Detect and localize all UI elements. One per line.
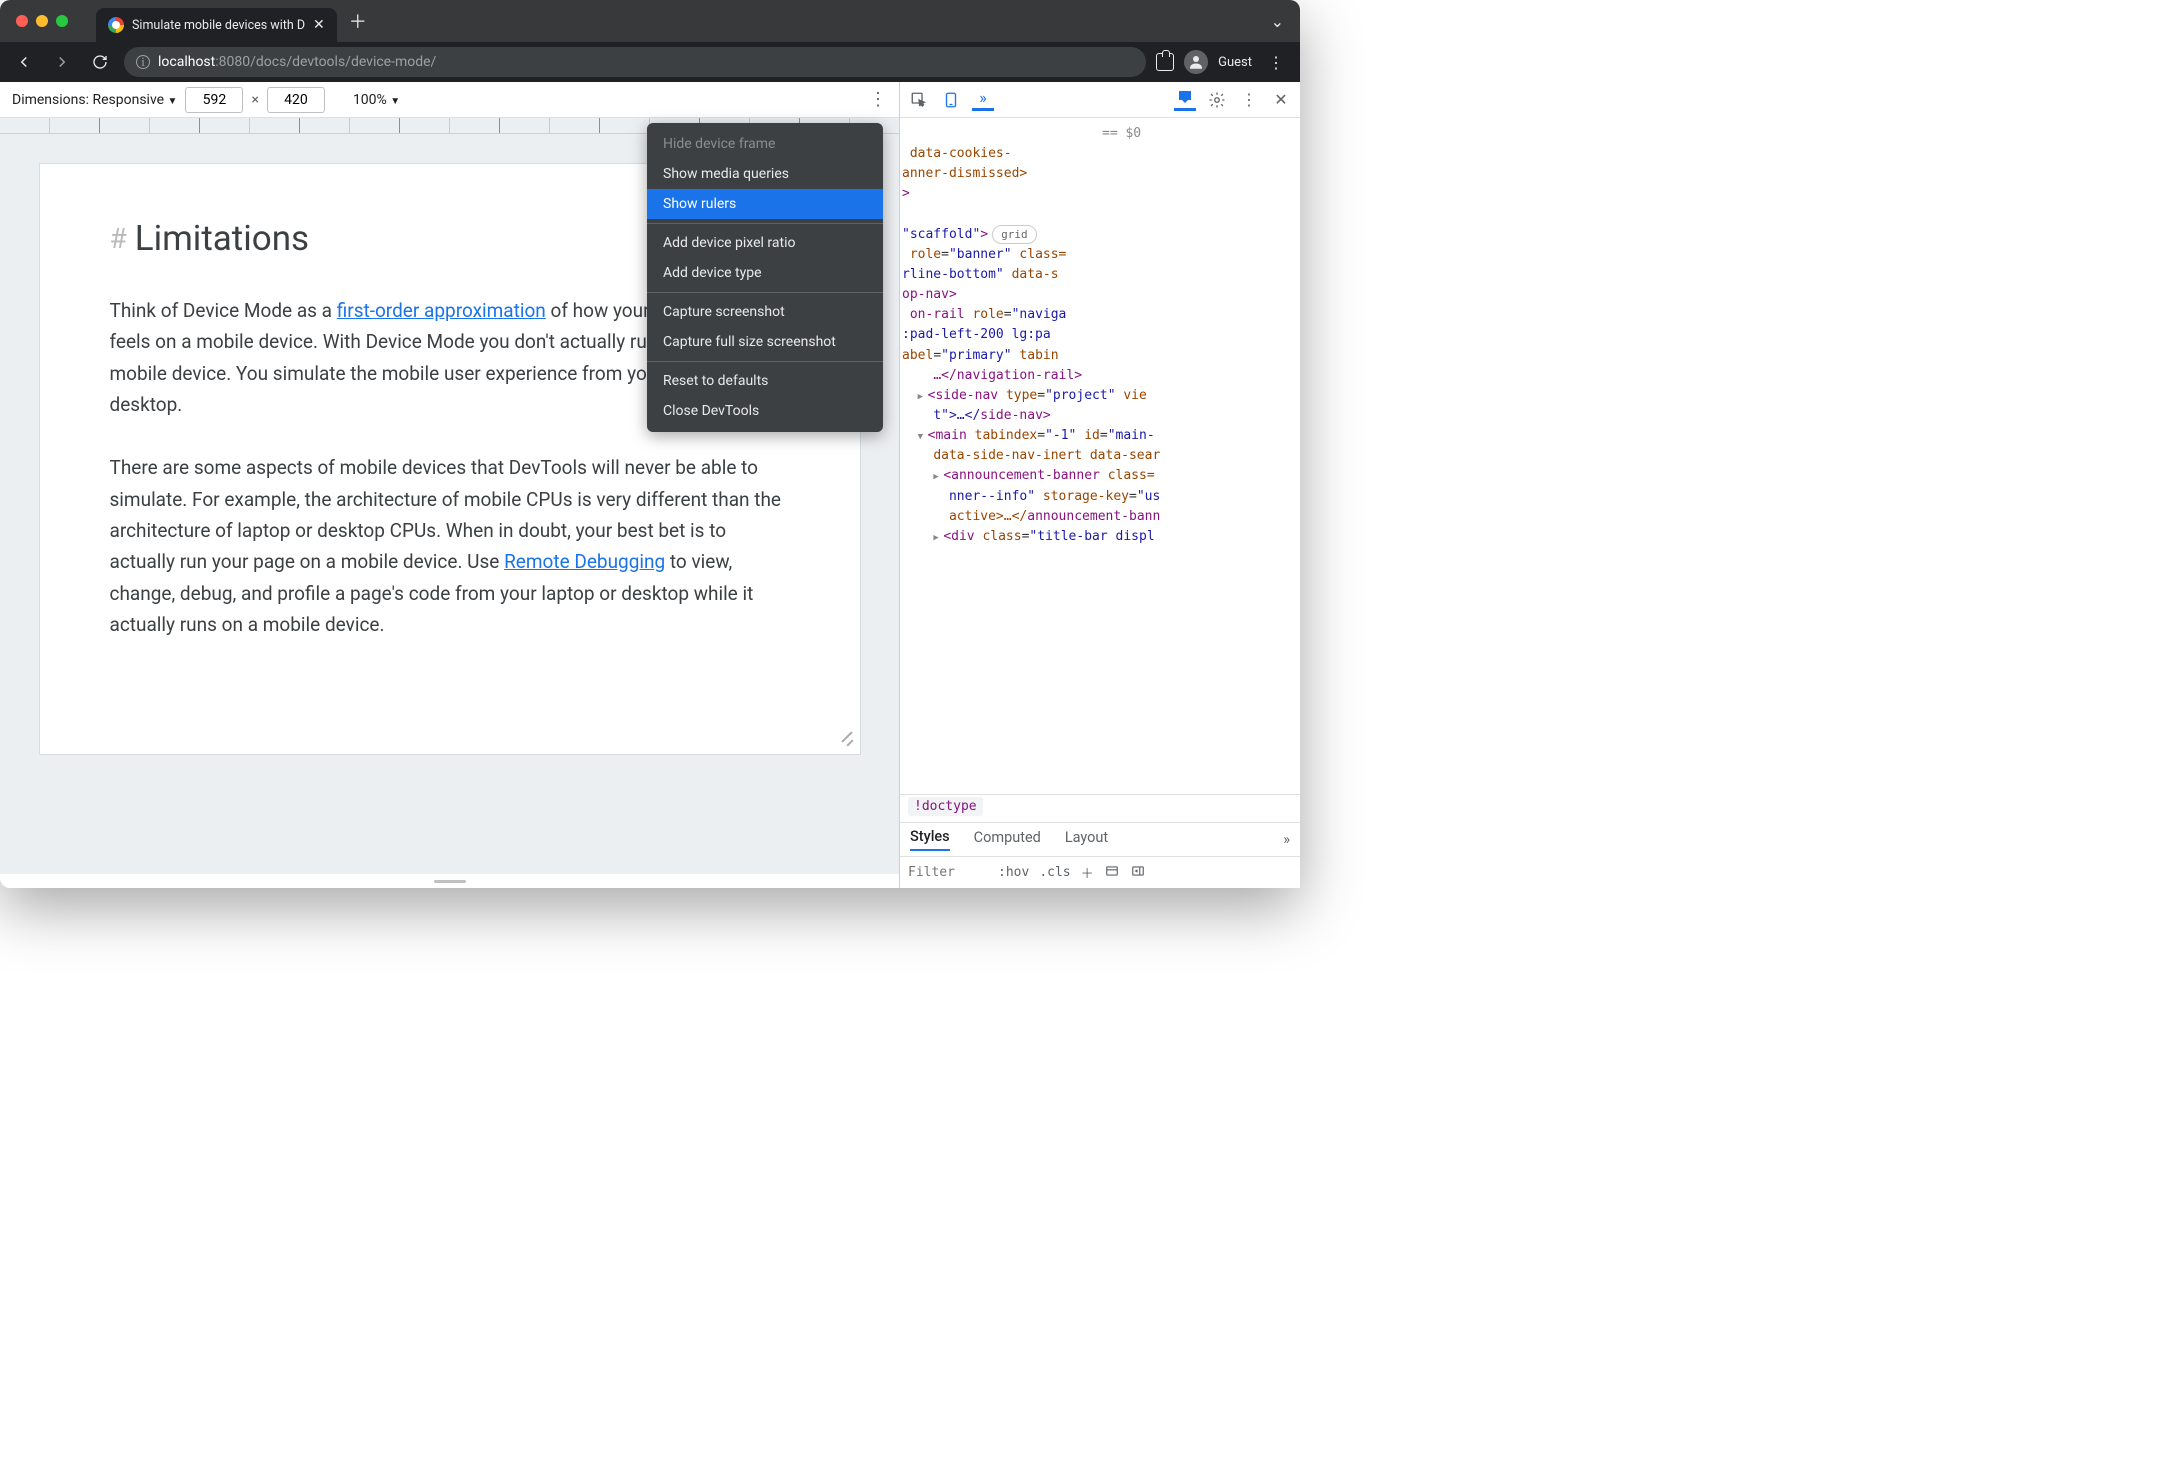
new-tab-button[interactable]: ＋	[349, 8, 367, 34]
anchor-hash-icon[interactable]: #	[110, 222, 127, 255]
styles-toolbar: :hov .cls ＋	[900, 856, 1300, 888]
breadcrumb[interactable]: !doctype	[900, 794, 1300, 822]
more-tabs-button[interactable]: »	[972, 89, 994, 111]
dimensions-dropdown[interactable]: Dimensions: Responsive ▼	[12, 92, 177, 108]
menu-add-device-type[interactable]: Add device type	[647, 258, 883, 288]
menu-hide-device-frame: Hide device frame	[647, 129, 883, 159]
device-options-menu: Hide device frame Show media queries Sho…	[647, 123, 883, 432]
devtools-panel: » ⋮ ✕ == $0 data-cookies- anner-dismisse…	[900, 82, 1300, 888]
inspect-element-button[interactable]	[908, 89, 930, 111]
forward-button[interactable]	[48, 48, 76, 76]
address-bar: i localhost:8080/docs/devtools/device-mo…	[0, 42, 1300, 82]
devtools-toolbar: » ⋮ ✕	[900, 82, 1300, 118]
fullscreen-window-button[interactable]	[56, 15, 68, 27]
tab-styles[interactable]: Styles	[910, 828, 950, 851]
paragraph-2: There are some aspects of mobile devices…	[110, 452, 790, 640]
chrome-favicon-icon	[108, 17, 124, 33]
menu-capture-screenshot[interactable]: Capture screenshot	[647, 297, 883, 327]
close-tab-button[interactable]: ✕	[313, 17, 325, 33]
devtools-close-button[interactable]: ✕	[1270, 89, 1292, 111]
cls-button[interactable]: .cls	[1039, 865, 1070, 880]
menu-reset-defaults[interactable]: Reset to defaults	[647, 366, 883, 396]
menu-capture-full-screenshot[interactable]: Capture full size screenshot	[647, 327, 883, 357]
reload-button[interactable]	[86, 48, 114, 76]
device-mode-pane: Dimensions: Responsive ▼ × 100% ▼ ⋮ Hide…	[0, 82, 900, 888]
main-split: Dimensions: Responsive ▼ × 100% ▼ ⋮ Hide…	[0, 82, 1300, 888]
tab-layout[interactable]: Layout	[1065, 829, 1108, 850]
browser-tab[interactable]: Simulate mobile devices with D ✕	[96, 8, 337, 42]
menu-add-dpr[interactable]: Add device pixel ratio	[647, 228, 883, 258]
toggle-sidebar-icon[interactable]	[1130, 864, 1146, 882]
first-order-approximation-link[interactable]: first-order approximation	[337, 299, 546, 322]
issues-button[interactable]	[1174, 89, 1196, 111]
menu-separator	[647, 292, 883, 293]
window-dropdown-button[interactable]: ⌄	[1271, 12, 1290, 31]
height-input[interactable]	[267, 87, 325, 113]
close-window-button[interactable]	[16, 15, 28, 27]
device-toolbar: Dimensions: Responsive ▼ × 100% ▼ ⋮ Hide…	[0, 82, 899, 118]
device-toolbar-more-button[interactable]: ⋮ Hide device frame Show media queries S…	[869, 89, 887, 110]
resize-handle[interactable]	[836, 730, 854, 748]
remote-debugging-link[interactable]: Remote Debugging	[504, 550, 665, 573]
tab-title: Simulate mobile devices with D	[132, 18, 305, 33]
elements-tree[interactable]: == $0 data-cookies- anner-dismissed> > "…	[900, 118, 1300, 794]
hov-button[interactable]: :hov	[998, 865, 1029, 880]
bottom-resize-handle[interactable]	[0, 874, 899, 888]
styles-filter-input[interactable]	[908, 865, 988, 880]
more-style-tabs-button[interactable]: »	[1283, 831, 1290, 848]
profile-label[interactable]: Guest	[1218, 55, 1252, 70]
styles-tabs: Styles Computed Layout »	[900, 822, 1300, 856]
tab-computed[interactable]: Computed	[974, 829, 1041, 850]
minimize-window-button[interactable]	[36, 15, 48, 27]
devtools-more-button[interactable]: ⋮	[1238, 89, 1260, 111]
profile-avatar-icon[interactable]	[1184, 50, 1208, 74]
menu-show-rulers[interactable]: Show rulers	[647, 189, 883, 219]
traffic-lights	[16, 15, 68, 27]
url-display: localhost:8080/docs/devtools/device-mode…	[158, 54, 436, 70]
menu-close-devtools[interactable]: Close DevTools	[647, 396, 883, 426]
menu-separator	[647, 361, 883, 362]
menu-show-media-queries[interactable]: Show media queries	[647, 159, 883, 189]
computed-styles-icon[interactable]	[1104, 864, 1120, 882]
page-heading: Limitations	[135, 218, 309, 259]
zoom-dropdown[interactable]: 100% ▼	[353, 92, 400, 108]
chrome-menu-button[interactable]: ⋮	[1262, 53, 1290, 72]
omnibox[interactable]: i localhost:8080/docs/devtools/device-mo…	[124, 47, 1146, 77]
site-info-icon[interactable]: i	[136, 55, 150, 69]
menu-separator	[647, 223, 883, 224]
settings-button[interactable]	[1206, 89, 1228, 111]
new-style-rule-button[interactable]: ＋	[1081, 863, 1094, 882]
dimensions-separator: ×	[251, 92, 258, 108]
device-toggle-button[interactable]	[940, 89, 962, 111]
back-button[interactable]	[10, 48, 38, 76]
width-input[interactable]	[185, 87, 243, 113]
browser-titlebar: Simulate mobile devices with D ✕ ＋ ⌄	[0, 0, 1300, 42]
panel-icon[interactable]	[1156, 53, 1174, 71]
